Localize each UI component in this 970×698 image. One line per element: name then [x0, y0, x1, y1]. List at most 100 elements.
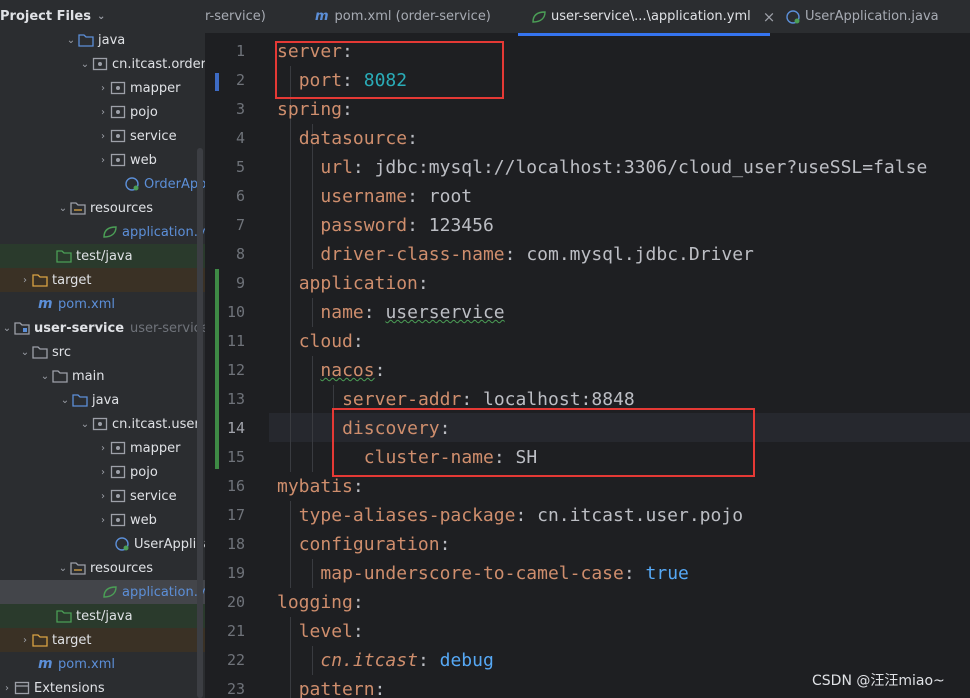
line-number: 20 [226, 593, 245, 611]
line-number: 15 [226, 448, 245, 466]
tree-item-package-order[interactable]: ⌄ cn.itcast.order [0, 52, 205, 76]
close-icon[interactable]: × [763, 8, 776, 26]
test-folder-icon [56, 610, 72, 623]
tree-item-pojo[interactable]: › pojo [0, 460, 205, 484]
module-folder-icon [14, 322, 30, 335]
yaml-separator: : [352, 331, 364, 352]
chevron-right-icon[interactable]: › [0, 683, 14, 694]
indent-guide [289, 66, 291, 472]
chevron-right-icon[interactable]: › [96, 515, 110, 526]
yaml-key: driver-class-name [320, 244, 505, 265]
indent-guide [311, 559, 313, 588]
tree-item-label: mapper [130, 440, 181, 456]
tab-label: pom.xml (order-service) [334, 9, 491, 24]
spring-leaf-icon [103, 586, 117, 598]
line-number: 8 [235, 245, 245, 263]
chevron-right-icon[interactable]: › [18, 635, 32, 646]
chevron-right-icon[interactable]: › [96, 467, 110, 478]
tree-item-label: OrderApplic [144, 176, 205, 192]
indent-guide [289, 501, 291, 588]
yaml-value: com.mysql.jdbc.Driver [526, 244, 754, 265]
tree-item-src[interactable]: ⌄ src [0, 340, 205, 364]
chevron-down-icon[interactable]: ⌄ [78, 59, 92, 70]
code-line: application: [299, 269, 429, 298]
chevron-down-icon[interactable]: ⌄ [58, 395, 72, 406]
tree-item-pom-xml[interactable]: m pom.xml [0, 292, 205, 316]
tab-user-application-java[interactable]: UserApplication.java [785, 0, 939, 33]
maven-icon: m [38, 656, 53, 672]
tree-item-application-yml-selected[interactable]: application.yml [0, 580, 205, 604]
tree-item-mapper[interactable]: › mapper [0, 436, 205, 460]
project-scrollbar[interactable] [197, 148, 203, 698]
chevron-right-icon[interactable]: › [96, 443, 110, 454]
tree-item-service[interactable]: › service [0, 124, 205, 148]
vcs-modified-marker[interactable] [215, 73, 219, 91]
tree-item-service[interactable]: › service [0, 484, 205, 508]
tree-item-label: pojo [130, 464, 158, 480]
tree-item-test-java[interactable]: test/java [0, 604, 205, 628]
chevron-down-icon[interactable]: ⌄ [78, 419, 92, 430]
yaml-separator: : [407, 186, 429, 207]
yaml-value: localhost:8848 [483, 389, 635, 410]
line-number: 19 [226, 564, 245, 582]
tree-item-extensions[interactable]: › Extensions [0, 676, 205, 698]
tree-item-application-yml[interactable]: application.yml [0, 220, 205, 244]
tree-item-pom-xml[interactable]: m pom.xml [0, 652, 205, 676]
tree-item-pojo[interactable]: › pojo [0, 100, 205, 124]
tab-application-yml[interactable]: user-service\...\application.yml × [531, 0, 775, 33]
project-panel-title: Project Files [0, 8, 91, 24]
line-number: 4 [235, 129, 245, 147]
chevron-down-icon[interactable]: ⌄ [56, 563, 70, 574]
tree-item-web[interactable]: › web [0, 508, 205, 532]
tree-item-user-application[interactable]: UserApplica [0, 532, 205, 556]
yaml-key: logging [277, 592, 353, 613]
chevron-right-icon[interactable]: › [96, 155, 110, 166]
tree-item-package-user[interactable]: ⌄ cn.itcast.user [0, 412, 205, 436]
chevron-right-icon[interactable]: › [96, 131, 110, 142]
tree-item-java[interactable]: ⌄ java [0, 388, 205, 412]
package-icon [110, 153, 126, 167]
yaml-key: name [320, 302, 364, 323]
code-editor[interactable]: 1 2 3 4 5 6 7 8 9 10 11 12 13 14 15 16 17 18 19 20 21 22 23 se… [205, 36, 970, 698]
watermark: CSDN @汪汪miao~ [812, 673, 945, 689]
yaml-value: true [645, 563, 689, 584]
chevron-down-icon[interactable]: ⌄ [18, 347, 32, 358]
chevron-right-icon[interactable]: › [96, 83, 110, 94]
tree-item-mapper[interactable]: › mapper [0, 76, 205, 100]
chevron-right-icon[interactable]: › [18, 275, 32, 286]
tree-item-target[interactable]: › target [0, 268, 205, 292]
tab-pom-xml-order-service[interactable]: m pom.xml (order-service) [315, 0, 491, 33]
tree-item-test-java[interactable]: test/java [0, 244, 205, 268]
chevron-right-icon[interactable]: › [96, 491, 110, 502]
chevron-down-icon[interactable]: ⌄ [38, 371, 52, 382]
tree-item-java[interactable]: ⌄ java [0, 28, 205, 52]
yaml-key: configuration [298, 534, 440, 555]
chevron-down-icon[interactable]: ⌄ [64, 35, 78, 46]
vcs-added-marker[interactable] [215, 269, 219, 469]
tree-item-target[interactable]: › target [0, 628, 205, 652]
chevron-right-icon[interactable]: › [96, 107, 110, 118]
yaml-key: username [320, 186, 408, 207]
yaml-key: datasource [298, 128, 408, 149]
code-line: username: root [320, 182, 472, 211]
spring-boot-class-icon [115, 537, 129, 551]
code-line: logging: [277, 588, 364, 617]
tree-item-user-service[interactable]: ⌄ user-service user-service [0, 316, 205, 340]
line-number: 13 [226, 390, 245, 408]
tree-item-web[interactable]: › web [0, 148, 205, 172]
tree-item-label: test/java [76, 248, 133, 264]
tree-item-label: service [130, 488, 177, 504]
tree-item-main[interactable]: ⌄ main [0, 364, 205, 388]
code-line: nacos: [320, 356, 385, 385]
tree-item-resources[interactable]: ⌄ resources [0, 556, 205, 580]
tab-order-service-partial[interactable]: r-service) [205, 0, 266, 33]
chevron-down-icon[interactable]: ⌄ [56, 203, 70, 214]
package-icon [110, 81, 126, 95]
yaml-value: debug [439, 650, 494, 671]
tree-item-order-application[interactable]: OrderApplic [0, 172, 205, 196]
chevron-down-icon[interactable]: ⌄ [0, 323, 14, 334]
code-line: level: [299, 617, 364, 646]
chevron-down-icon[interactable]: ⌄ [97, 11, 105, 22]
tree-item-label: web [130, 512, 157, 528]
tree-item-resources[interactable]: ⌄ resources [0, 196, 205, 220]
